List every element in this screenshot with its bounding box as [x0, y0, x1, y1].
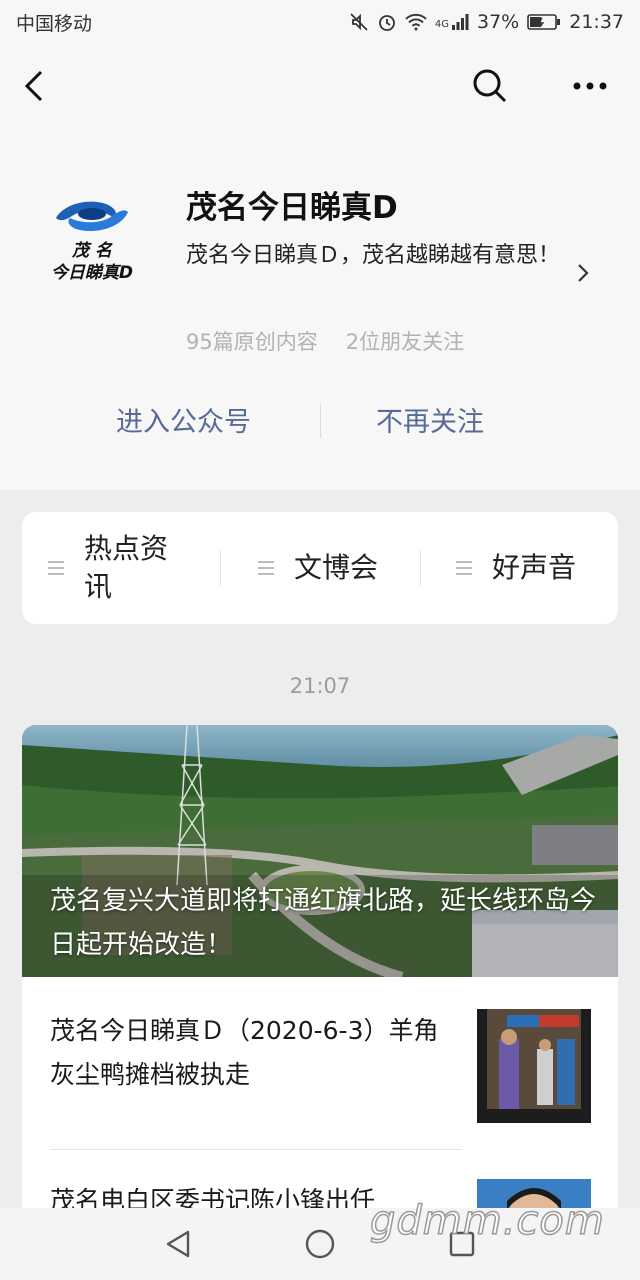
- account-description[interactable]: 茂名今日睇真Ｄ，茂名越睇越有意思！: [186, 238, 570, 274]
- thumbnail-image: [477, 1009, 591, 1123]
- system-back-button[interactable]: [158, 1224, 198, 1264]
- status-icons: 4G 37% 21:37: [349, 11, 624, 33]
- triangle-back-icon: [166, 1230, 190, 1258]
- menu-item-label: 文博会: [294, 551, 379, 584]
- alarm-icon: [378, 15, 395, 31]
- more-button[interactable]: [566, 62, 614, 110]
- mute-icon: [350, 13, 368, 31]
- menu-separator: [220, 550, 221, 586]
- search-button[interactable]: [466, 62, 514, 110]
- account-actions: 进入公众号 不再关注: [0, 386, 640, 456]
- menu-item-label: 热点资讯: [84, 532, 169, 603]
- actions-divider: [320, 404, 321, 438]
- cover-article[interactable]: 茂名复兴大道即将打通红旗北路，延长线环岛今日起开始改造！: [22, 725, 618, 977]
- battery-percent: 37%: [477, 11, 520, 33]
- menu-lines-icon: [456, 561, 472, 575]
- chevron-right-icon: [578, 264, 589, 282]
- cover-article-title: 茂名复兴大道即将打通红旗北路，延长线环岛今日起开始改造！: [50, 886, 597, 960]
- original-count: 95篇原创内容: [186, 330, 318, 354]
- friends-following: 2位朋友关注: [345, 330, 465, 354]
- logo-text-bottom: 今日睇真D: [51, 263, 133, 283]
- network-type-label: 4G: [434, 19, 449, 30]
- carrier-label: 中国移动: [16, 12, 93, 35]
- logo-swirl-icon: 茂 名 今日睇真D: [51, 201, 133, 283]
- article-card: 茂名复兴大道即将打通红旗北路，延长线环岛今日起开始改造！ 茂名今日睇真Ｄ（202…: [22, 725, 618, 1280]
- account-header: 茂 名 今日睇真D 茂名今日睇真D 茂名今日睇真Ｄ，茂名越睇越有意思！ 95篇原…: [0, 128, 640, 490]
- menu-item-label: 好声音: [492, 551, 577, 584]
- account-menu: 热点资讯 文博会 好声音: [22, 512, 618, 624]
- top-nav-bar: [0, 44, 640, 128]
- signal-icon: [452, 14, 469, 30]
- article-divider: [50, 1149, 462, 1150]
- logo-text-top: 茂 名: [71, 241, 113, 261]
- menu-lines-icon: [258, 561, 274, 575]
- system-home-button[interactable]: [300, 1224, 340, 1264]
- article-thumbnail: [477, 1009, 591, 1123]
- menu-lines-icon: [48, 561, 64, 575]
- back-button[interactable]: [10, 62, 58, 110]
- unfollow-button[interactable]: 不再关注: [376, 400, 484, 439]
- account-logo[interactable]: 茂 名 今日睇真D: [36, 190, 148, 286]
- description-arrow[interactable]: [576, 262, 590, 288]
- wifi-icon: [405, 13, 427, 31]
- account-name: 茂名今日睇真D: [186, 190, 398, 226]
- clock-time: 21:37: [569, 11, 624, 33]
- enter-account-button[interactable]: 进入公众号: [116, 400, 251, 439]
- circle-home-icon: [305, 1229, 335, 1259]
- menu-separator: [420, 550, 421, 586]
- status-bar: 中国移动 4G 37% 21:37: [0, 0, 640, 44]
- menu-item-hot-news[interactable]: 热点资讯: [48, 512, 194, 624]
- search-icon: [473, 69, 507, 103]
- menu-item-expo[interactable]: 文博会: [258, 512, 378, 624]
- watermark: gdmm.com: [369, 1197, 605, 1245]
- article-title: 茂名今日睇真Ｄ（2020-6-3）羊角灰尘鸭摊档被执走: [50, 1016, 439, 1089]
- account-stats: 95篇原创内容 2位朋友关注: [186, 326, 464, 356]
- battery-icon: [527, 14, 561, 30]
- feed-timestamp: 21:07: [289, 674, 351, 698]
- chevron-left-icon: [24, 70, 43, 102]
- more-dots-icon: [573, 82, 607, 90]
- menu-item-good-voice[interactable]: 好声音: [456, 512, 576, 624]
